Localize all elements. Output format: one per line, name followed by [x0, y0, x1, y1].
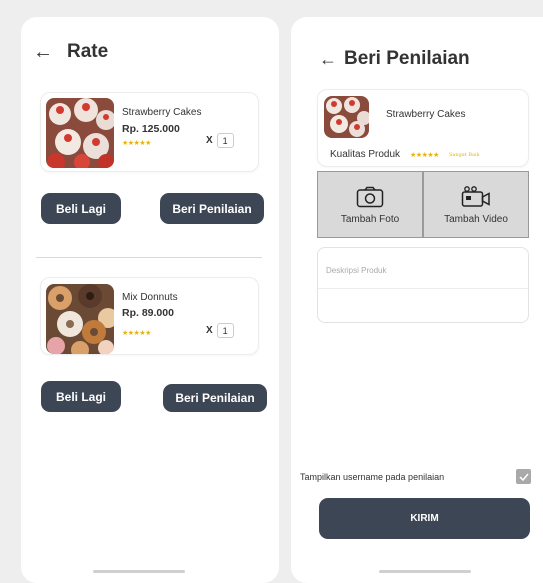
camera-icon — [356, 186, 384, 208]
mix-donuts-image — [46, 284, 114, 354]
home-indicator — [379, 570, 471, 573]
quantity-label: X — [206, 135, 213, 146]
product-price: Rp. 89.000 — [122, 307, 174, 319]
order-card-strawberry: Strawberry Cakes Rp. 125.000 ★★★★★ X 1 — [40, 92, 259, 172]
submit-button[interactable]: KIRIM — [319, 498, 530, 539]
add-photo-label: Tambah Foto — [340, 214, 400, 225]
strawberry-cake-image — [324, 96, 369, 138]
product-name: Mix Donnuts — [122, 292, 178, 303]
divider — [36, 257, 262, 258]
show-username-row: Tampilkan username pada penilaian — [300, 469, 531, 484]
description-divider — [318, 288, 528, 289]
add-photo-button[interactable]: Tambah Foto — [317, 171, 423, 238]
strawberry-cake-image — [46, 98, 114, 168]
product-price: Rp. 125.000 — [122, 123, 180, 135]
star-rating-icon: ★★★★★ — [122, 330, 151, 337]
back-arrow-icon[interactable]: ← — [319, 50, 337, 68]
product-name: Strawberry Cakes — [122, 107, 202, 118]
rate-header: ← Rate — [33, 41, 108, 63]
description-placeholder: Deskripsi Produk — [326, 266, 387, 275]
rate-button[interactable]: Beri Penilaian — [160, 193, 264, 224]
quantity-label: X — [206, 325, 213, 336]
page-title: Rate — [67, 41, 109, 62]
check-icon — [518, 473, 529, 481]
description-input[interactable]: Deskripsi Produk — [317, 247, 529, 323]
show-username-checkbox[interactable] — [516, 469, 531, 484]
buy-again-button[interactable]: Beli Lagi — [41, 381, 121, 412]
rating-text: Sangat Baik — [448, 151, 480, 158]
quantity-value: 1 — [216, 323, 234, 338]
add-video-label: Tambah Video — [444, 214, 508, 225]
quality-rating-row: Kualitas Produk ★★★★★ Sangat Baik — [330, 149, 480, 160]
quality-label: Kualitas Produk — [330, 149, 401, 160]
page-title: Beri Penilaian — [344, 48, 470, 69]
add-video-button[interactable]: Tambah Video — [423, 171, 529, 238]
home-indicator — [93, 570, 185, 573]
show-username-label: Tampilkan username pada penilaian — [300, 471, 445, 482]
product-name: Strawberry Cakes — [386, 109, 466, 120]
star-rating-icon[interactable]: ★★★★★ — [410, 151, 439, 159]
order-card-donuts: Mix Donnuts Rp. 89.000 ★★★★★ X 1 — [40, 277, 259, 355]
back-arrow-icon[interactable]: ← — [33, 42, 53, 62]
product-card: Strawberry Cakes Kualitas Produk ★★★★★ S… — [317, 89, 529, 167]
quantity: X 1 — [206, 133, 234, 148]
buy-again-button[interactable]: Beli Lagi — [41, 193, 121, 224]
rate-screen: ← Rate Strawberry Cakes Rp. 125.000 ★★★★… — [21, 17, 279, 583]
video-camera-icon — [461, 186, 490, 207]
rating-header: ← Beri Penilaian — [319, 48, 470, 70]
quantity-value: 1 — [216, 133, 234, 148]
rate-button[interactable]: Beri Penilaian — [163, 384, 267, 412]
star-rating-icon: ★★★★★ — [122, 140, 151, 147]
quantity: X 1 — [206, 323, 234, 338]
give-rating-screen: ← Beri Penilaian Strawberry Cakes Kualit… — [291, 17, 543, 583]
